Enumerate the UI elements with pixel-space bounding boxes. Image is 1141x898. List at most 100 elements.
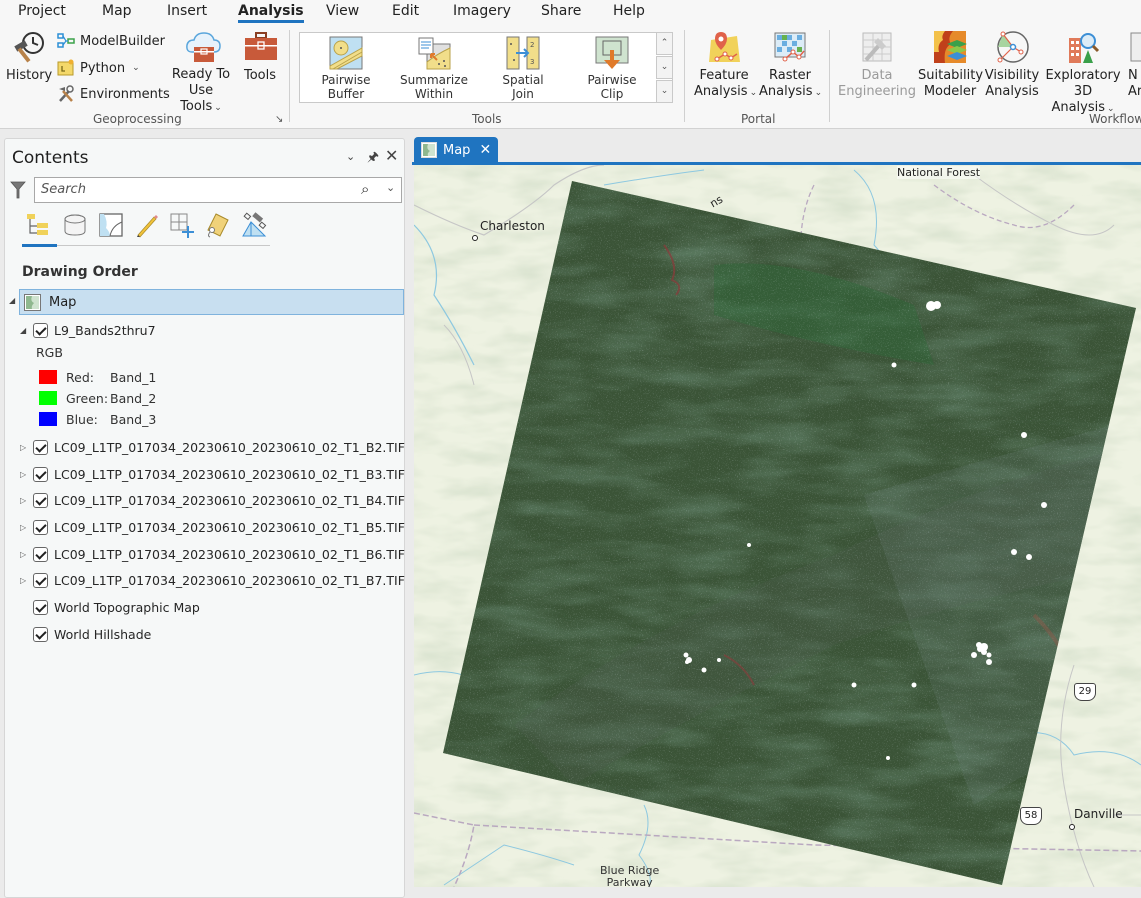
map-view-tab[interactable]: Map ✕ bbox=[414, 137, 498, 163]
list-by-snapping-tab[interactable] bbox=[169, 212, 195, 238]
close-tab-icon[interactable]: ✕ bbox=[479, 142, 491, 158]
layer-item-composite[interactable]: ◢ L9_Bands2thru7 bbox=[20, 319, 156, 341]
layer-visibility-checkbox[interactable] bbox=[33, 626, 48, 642]
map-tree-item[interactable]: Map bbox=[19, 289, 404, 315]
tab-analysis[interactable]: Analysis bbox=[238, 3, 304, 23]
spatial-join-button[interactable]: 2 3 Spatial Join bbox=[483, 36, 563, 101]
layer-visibility-checkbox[interactable] bbox=[33, 439, 48, 455]
search-input[interactable] bbox=[41, 182, 351, 197]
tab-help[interactable]: Help bbox=[613, 3, 645, 19]
layer-item-b2[interactable]: ▷ LC09_L1TP_017034_20230610_20230610_02_… bbox=[20, 436, 405, 458]
tab-edit[interactable]: Edit bbox=[392, 3, 419, 19]
layer-visibility-checkbox[interactable] bbox=[33, 519, 48, 535]
expand-triangle-icon[interactable]: ▷ bbox=[20, 523, 30, 532]
tab-view[interactable]: View bbox=[326, 3, 359, 19]
layer-visibility-checkbox[interactable] bbox=[33, 546, 48, 562]
exploratory-3d-analysis-button[interactable]: Exploratory 3D Analysis ⌄ bbox=[1042, 30, 1124, 117]
layer-item-b4[interactable]: ▷ LC09_L1TP_017034_20230610_20230610_02_… bbox=[20, 489, 405, 511]
python-button[interactable]: Python ⌄ bbox=[57, 59, 140, 77]
network-analysis-button-cut[interactable]: N Ar bbox=[1128, 30, 1141, 100]
summarize-within-button[interactable]: Summarize Within bbox=[394, 36, 474, 101]
modelbuilder-button[interactable]: ModelBuilder bbox=[57, 32, 165, 50]
layer-item-b5[interactable]: ▷ LC09_L1TP_017034_20230610_20230610_02_… bbox=[20, 516, 405, 538]
layer-name: World Hillshade bbox=[54, 626, 152, 642]
tab-share[interactable]: Share bbox=[541, 3, 581, 19]
tab-imagery[interactable]: Imagery bbox=[453, 3, 511, 19]
dialog-launcher-icon[interactable]: ↘ bbox=[275, 114, 283, 125]
map-icon bbox=[421, 142, 437, 158]
layer-item-b6[interactable]: ▷ LC09_L1TP_017034_20230610_20230610_02_… bbox=[20, 543, 405, 565]
list-by-labeling-tab[interactable] bbox=[204, 212, 230, 238]
feature-analysis-label-2: Analysis ⌄ bbox=[694, 84, 758, 99]
map-canvas[interactable]: Charleston National Forest ns Danville B… bbox=[414, 165, 1141, 887]
layer-item-world-topographic[interactable]: World Topographic Map bbox=[33, 596, 200, 618]
ready-to-use-tools-button[interactable]: Ready To Use Tools ⌄ bbox=[167, 30, 235, 116]
legend-label: Blue: bbox=[66, 411, 98, 427]
layer-name: LC09_L1TP_017034_20230610_20230610_02_T1… bbox=[54, 546, 405, 562]
environments-button[interactable]: Environments bbox=[57, 85, 170, 103]
pin-icon[interactable]: 🖈 bbox=[367, 148, 379, 170]
pairwise-buffer-button[interactable]: Pairwise Buffer bbox=[306, 36, 386, 101]
gallery-scroll-up-icon[interactable]: ⌃ bbox=[656, 32, 673, 55]
feature-analysis-button[interactable]: Feature Analysis ⌄ bbox=[694, 30, 758, 101]
layer-visibility-checkbox[interactable] bbox=[33, 492, 48, 508]
separator bbox=[684, 30, 685, 122]
list-by-editing-tab[interactable] bbox=[134, 212, 160, 238]
filter-icon[interactable] bbox=[10, 181, 26, 199]
list-by-perspective-imagery-tab[interactable] bbox=[241, 212, 267, 238]
collapse-map-triangle-icon[interactable]: ◢ bbox=[9, 296, 15, 305]
tab-insert[interactable]: Insert bbox=[167, 3, 207, 19]
chevron-down-icon: ⌄ bbox=[814, 88, 823, 98]
layer-item-b7[interactable]: ▷ LC09_L1TP_017034_20230610_20230610_02_… bbox=[20, 569, 405, 591]
gallery-expand-icon[interactable]: ⌄ bbox=[656, 80, 673, 103]
layer-visibility-checkbox[interactable] bbox=[33, 599, 48, 615]
chevron-down-icon: ⌄ bbox=[749, 88, 758, 98]
map-label: Map bbox=[49, 294, 77, 310]
suitability-modeler-button[interactable]: Suitability Modeler bbox=[918, 30, 983, 100]
pane-options-chevron-icon[interactable]: ⌄ bbox=[346, 150, 355, 163]
data-engineering-label-2: Engineering bbox=[838, 84, 916, 99]
layer-name: L9_Bands2thru7 bbox=[54, 322, 156, 338]
separator bbox=[289, 30, 290, 122]
visibility-analysis-button[interactable]: Visibility Analysis bbox=[984, 30, 1040, 100]
search-field[interactable]: ⌕ ⌄ bbox=[34, 177, 402, 203]
list-by-drawing-order-tab[interactable] bbox=[25, 212, 51, 238]
layer-item-world-hillshade[interactable]: World Hillshade bbox=[33, 623, 151, 645]
ready-to-use-label-1: Ready To bbox=[171, 67, 231, 82]
data-engineering-button[interactable]: Data Engineering bbox=[838, 30, 916, 100]
tools-button[interactable]: Tools bbox=[238, 30, 282, 84]
layer-name: World Topographic Map bbox=[54, 599, 200, 615]
pairwise-buffer-label-2: Buffer bbox=[327, 87, 365, 101]
collapse-triangle-icon[interactable]: ◢ bbox=[20, 326, 30, 335]
list-by-selection-tab[interactable] bbox=[98, 212, 124, 238]
expand-triangle-icon[interactable]: ▷ bbox=[20, 550, 30, 559]
layer-visibility-checkbox[interactable] bbox=[33, 322, 48, 338]
gallery-scroll-down-icon[interactable]: ⌄ bbox=[656, 56, 673, 79]
spatial-join-icon: 2 3 bbox=[506, 36, 540, 70]
layer-visibility-checkbox[interactable] bbox=[33, 466, 48, 482]
expand-triangle-icon[interactable]: ▷ bbox=[20, 443, 30, 452]
search-icon[interactable]: ⌕ bbox=[361, 180, 369, 198]
pairwise-clip-button[interactable]: Pairwise Clip bbox=[572, 36, 652, 101]
list-by-source-tab[interactable] bbox=[62, 212, 88, 238]
expand-triangle-icon[interactable]: ▷ bbox=[20, 470, 30, 479]
tab-map[interactable]: Map bbox=[102, 3, 132, 19]
close-icon[interactable]: ✕ bbox=[385, 146, 398, 165]
modelbuilder-label: ModelBuilder bbox=[80, 33, 166, 49]
layer-item-b3[interactable]: ▷ LC09_L1TP_017034_20230610_20230610_02_… bbox=[20, 463, 405, 485]
pairwise-buffer-icon bbox=[329, 36, 363, 70]
layer-visibility-checkbox[interactable] bbox=[33, 572, 48, 588]
raster-analysis-button[interactable]: Raster Analysis ⌄ bbox=[759, 30, 823, 101]
history-button[interactable]: History bbox=[6, 30, 52, 84]
menu-bar: Project Map Insert Analysis View Edit Im… bbox=[0, 0, 1141, 26]
tab-project[interactable]: Project bbox=[18, 3, 66, 19]
legend-item-blue: Blue: Band_3 bbox=[39, 409, 156, 429]
expand-triangle-icon[interactable]: ▷ bbox=[20, 496, 30, 505]
legend-label: Green: bbox=[66, 390, 109, 406]
legend-item-green: Green: Band_2 bbox=[39, 388, 156, 408]
legend-label: Red: bbox=[66, 369, 94, 385]
layer-name: LC09_L1TP_017034_20230610_20230610_02_T1… bbox=[54, 466, 405, 482]
expand-triangle-icon[interactable]: ▷ bbox=[20, 576, 30, 585]
environments-label: Environments bbox=[80, 86, 170, 102]
search-options-chevron-icon[interactable]: ⌄ bbox=[386, 181, 395, 194]
